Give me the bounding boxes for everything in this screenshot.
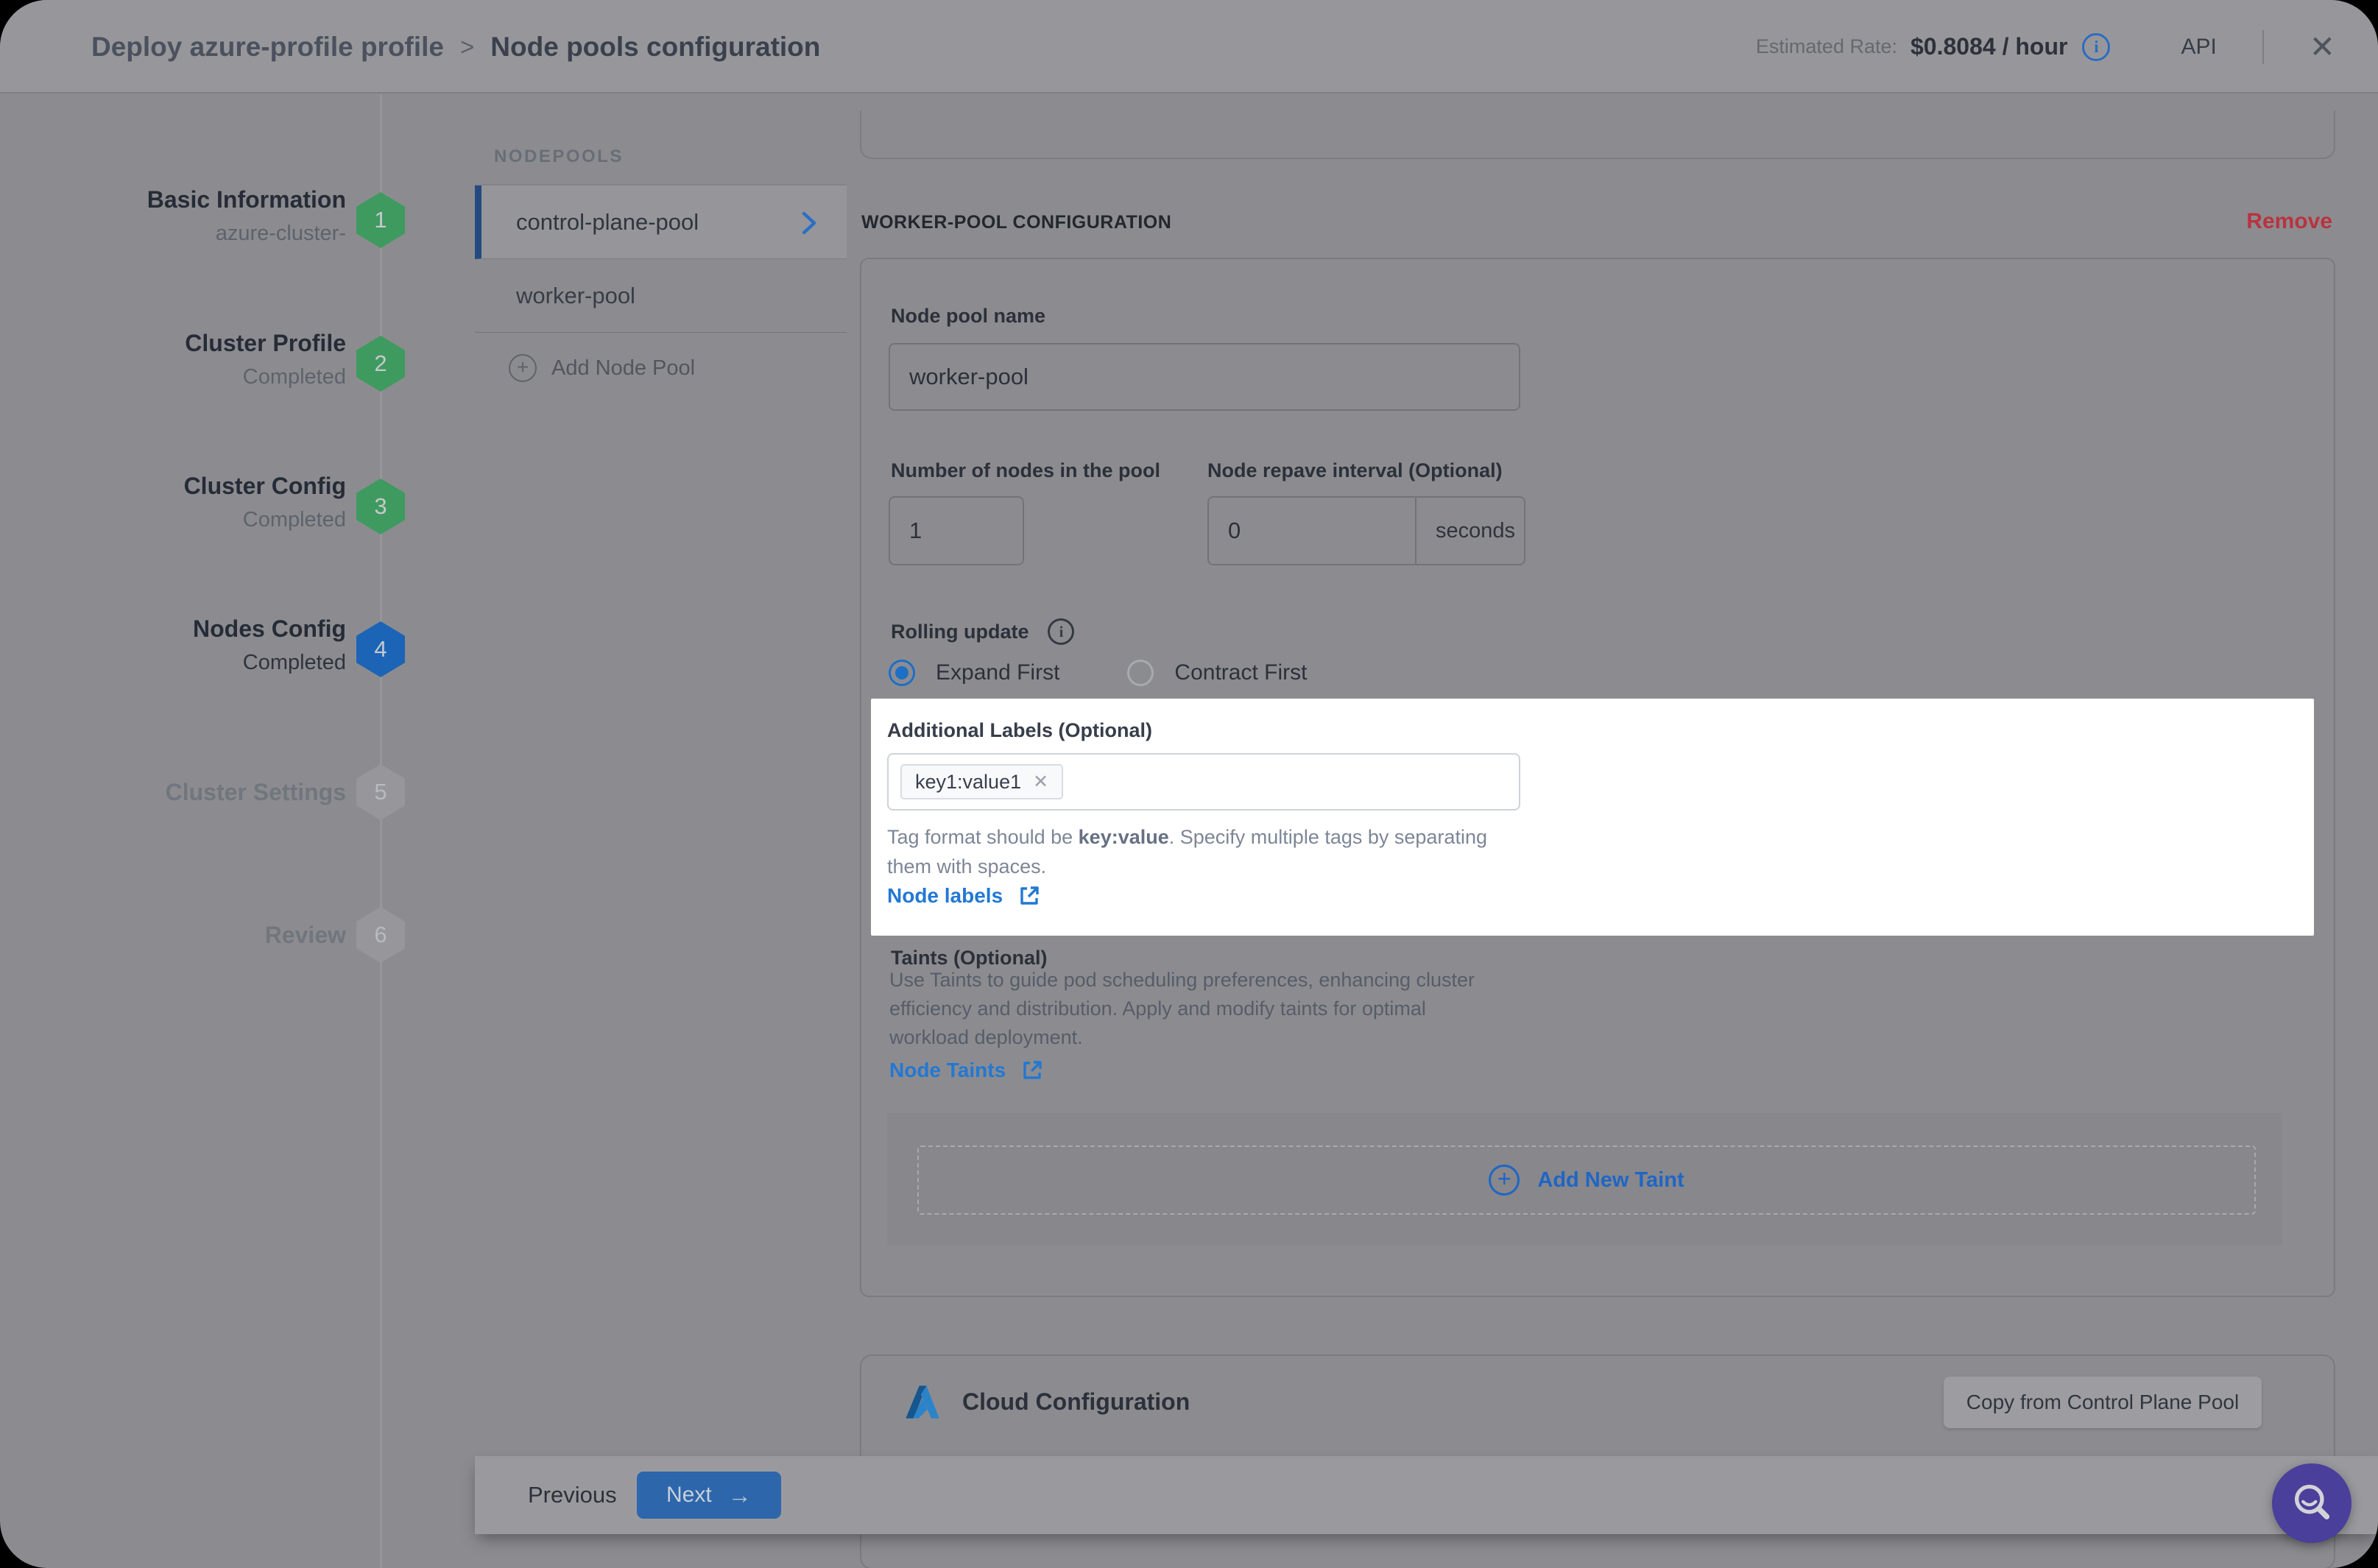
node-pool-name-input[interactable] — [889, 343, 1520, 411]
step-title: Cluster Config — [183, 473, 346, 499]
additional-labels-label: Additional Labels (Optional) — [887, 719, 1152, 741]
label-tag-chip: key1:value1 — [900, 764, 1064, 799]
plus-circle-icon — [1489, 1165, 1520, 1196]
header-divider — [2262, 29, 2264, 64]
nodes-count-input[interactable] — [889, 496, 1024, 565]
node-labels-link-row: Node labels — [887, 884, 1041, 908]
nodepools-panel: NODEPOOLS control-plane-pool worker-pool… — [475, 125, 847, 403]
previous-button[interactable]: Previous — [528, 1456, 617, 1534]
radio-contract-first-label[interactable]: Contract First — [1174, 660, 1307, 685]
labels-tag-input[interactable]: key1:value1 — [887, 753, 1520, 811]
step-subtitle: Completed — [242, 508, 346, 532]
wizard-footer: Previous Next — [475, 1456, 2378, 1534]
azure-logo-icon — [906, 1385, 939, 1419]
tag-format-hint: Tag format should be key:value. Specify … — [887, 826, 1487, 877]
step-subtitle: Completed — [242, 651, 346, 674]
rolling-update-row: Rolling update — [891, 618, 1075, 645]
step-number-hexagon[interactable]: 3 — [356, 478, 405, 534]
taints-description: Use Taints to guide pod scheduling prefe… — [889, 969, 1475, 1048]
step-number-hexagon[interactable]: 5 — [356, 764, 405, 820]
cloud-configuration-title: Cloud Configuration — [962, 1388, 1190, 1415]
add-new-taint-button[interactable]: Add New Taint — [917, 1145, 2256, 1215]
close-icon[interactable] — [2310, 32, 2335, 63]
radio-expand-first[interactable] — [889, 660, 915, 686]
node-taints-link-row: Node Taints — [889, 1059, 1044, 1082]
radio-expand-first-label[interactable]: Expand First — [936, 660, 1059, 685]
breadcrumb-separator-icon: > — [460, 32, 475, 60]
search-help-fab[interactable] — [2272, 1463, 2351, 1543]
step-title: Cluster Settings — [165, 779, 346, 805]
repave-interval-group: seconds — [1207, 496, 1525, 565]
copy-from-control-plane-button[interactable]: Copy from Control Plane Pool — [1944, 1377, 2262, 1428]
radio-contract-first[interactable] — [1127, 660, 1154, 686]
step-number-hexagon[interactable]: 6 — [356, 907, 405, 963]
add-node-pool-button[interactable]: Add Node Pool — [475, 333, 847, 403]
estimated-rate-value: $0.8084 / hour — [1910, 33, 2068, 60]
node-labels-link[interactable]: Node labels — [887, 884, 1003, 908]
breadcrumb-current: Node pools configuration — [490, 31, 821, 62]
magnifier-smile-icon — [2294, 1484, 2330, 1519]
previous-card-fragment — [860, 110, 2335, 159]
step-title: Cluster Profile — [185, 330, 346, 356]
estimated-rate-label: Estimated Rate: — [1755, 35, 1897, 57]
repave-interval-input[interactable] — [1209, 498, 1415, 564]
step-title: Nodes Config — [193, 615, 346, 642]
rolling-update-info-icon[interactable] — [1048, 618, 1075, 645]
nodes-count-label: Number of nodes in the pool — [891, 459, 1160, 481]
breadcrumb-profile-link[interactable]: Deploy azure-profile profile — [91, 32, 444, 63]
node-pool-name-label: Node pool name — [891, 305, 1046, 327]
add-node-pool-label: Add Node Pool — [551, 356, 696, 380]
next-button-label: Next — [666, 1483, 712, 1507]
nodepool-name: worker-pool — [516, 282, 635, 308]
external-link-icon — [1023, 1061, 1042, 1079]
step-number-hexagon[interactable]: 2 — [356, 336, 405, 392]
rolling-update-label: Rolling update — [891, 620, 1029, 643]
nodepool-item-control-plane-pool[interactable]: control-plane-pool — [475, 186, 847, 259]
deploy-wizard-window: Deploy azure-profile profile > Node pool… — [0, 0, 2378, 1568]
arrow-right-icon — [728, 1482, 752, 1509]
step-title: Basic Information — [147, 186, 346, 213]
header-actions: Estimated Rate: $0.8084 / hour API — [1756, 0, 2335, 93]
wizard-header: Deploy azure-profile profile > Node pool… — [0, 0, 2378, 93]
step-number-hexagon[interactable]: 4 — [356, 621, 405, 677]
step-number-hexagon[interactable]: 1 — [356, 192, 405, 248]
add-new-taint-label: Add New Taint — [1537, 1168, 1684, 1192]
next-button[interactable]: Next — [637, 1472, 781, 1519]
nodepool-item-worker-pool[interactable]: worker-pool — [475, 259, 847, 333]
worker-pool-section-title: WORKER-POOL CONFIGURATION — [861, 212, 1172, 233]
repave-interval-unit: seconds — [1415, 498, 1524, 564]
external-link-icon — [1020, 886, 1039, 905]
remove-pool-button[interactable]: Remove — [2201, 209, 2332, 234]
nodepools-heading: NODEPOOLS — [475, 125, 847, 186]
repave-interval-label: Node repave interval (Optional) — [1207, 459, 1503, 481]
rate-info-icon[interactable] — [2082, 32, 2111, 61]
breadcrumb: Deploy azure-profile profile > Node pool… — [91, 0, 820, 93]
chevron-right-icon — [801, 211, 817, 241]
node-taints-link[interactable]: Node Taints — [889, 1059, 1006, 1082]
stepper-line — [380, 95, 382, 1568]
additional-labels-spotlight: Additional Labels (Optional) key1:value1… — [871, 699, 2314, 936]
step-subtitle: azure-cluster- — [215, 222, 346, 245]
step-title: Review — [264, 922, 346, 948]
label-tag-value: key1:value1 — [915, 770, 1022, 793]
api-button[interactable]: API — [2181, 35, 2216, 60]
plus-circle-icon — [509, 354, 537, 382]
step-subtitle: Completed — [242, 365, 346, 389]
nodepool-name: control-plane-pool — [516, 208, 699, 235]
remove-tag-icon[interactable] — [1033, 773, 1048, 791]
rolling-update-options: Expand First Contract First — [889, 660, 1307, 686]
